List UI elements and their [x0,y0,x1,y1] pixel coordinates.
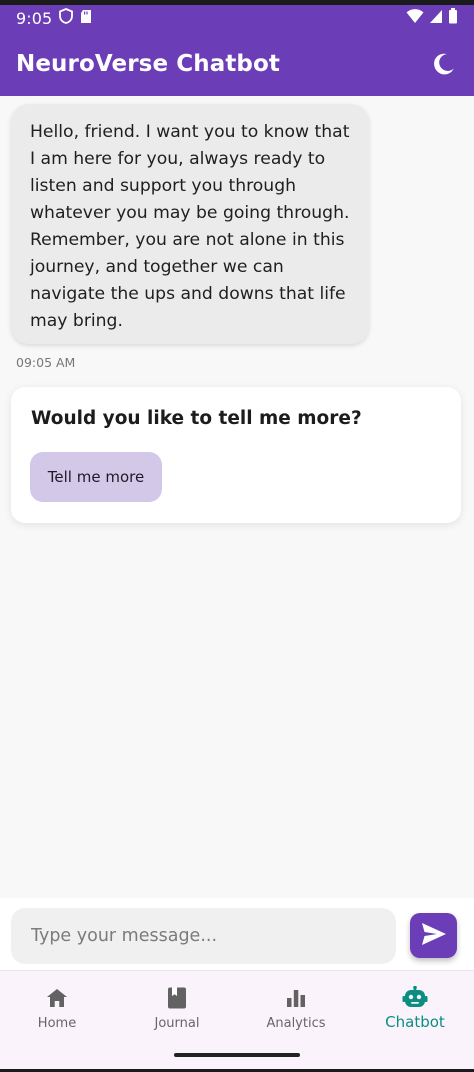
app-title: NeuroVerse Chatbot [16,50,280,77]
nav-label-analytics: Analytics [266,1016,326,1031]
book-icon [164,985,190,1011]
bot-message-bubble: Hello, friend. I want you to know that I… [11,104,369,344]
home-icon [44,985,70,1011]
status-right [406,8,458,28]
status-bar: 9:05 [0,5,474,31]
nav-item-journal[interactable]: Journal [118,971,236,1043]
app-bar: NeuroVerse Chatbot [0,31,474,96]
nav-label-chatbot: Chatbot [385,1013,445,1031]
message-timestamp: 09:05 AM [16,355,76,370]
moon-icon[interactable] [430,50,458,78]
bar-chart-icon [283,985,309,1011]
nav-label-journal: Journal [154,1016,200,1031]
nav-item-home[interactable]: Home [0,971,116,1043]
battery-icon [448,8,458,28]
suggestion-card: Would you like to tell me more? Tell me … [11,387,461,523]
suggestion-card-title: Would you like to tell me more? [31,408,362,429]
nav-label-home: Home [37,1016,77,1031]
send-icon [421,922,447,950]
message-input[interactable] [11,908,396,964]
status-left: 9:05 [16,8,92,28]
tell-me-more-button[interactable]: Tell me more [30,452,162,502]
message-composer [0,898,474,970]
nav-item-analytics[interactable]: Analytics [237,971,355,1043]
cell-signal-icon [429,9,443,28]
storage-card-icon [80,9,92,28]
status-time: 9:05 [16,8,53,28]
phone-screen: 9:05 NeuroVerse Chatbot Hello, friend. I… [0,0,474,1072]
send-button[interactable] [410,913,457,958]
robot-icon [402,985,428,1011]
wifi-icon [406,8,424,28]
gesture-home-indicator[interactable] [174,1053,300,1057]
privacy-shield-icon [59,8,74,28]
nav-item-chatbot[interactable]: Chatbot [356,971,474,1043]
